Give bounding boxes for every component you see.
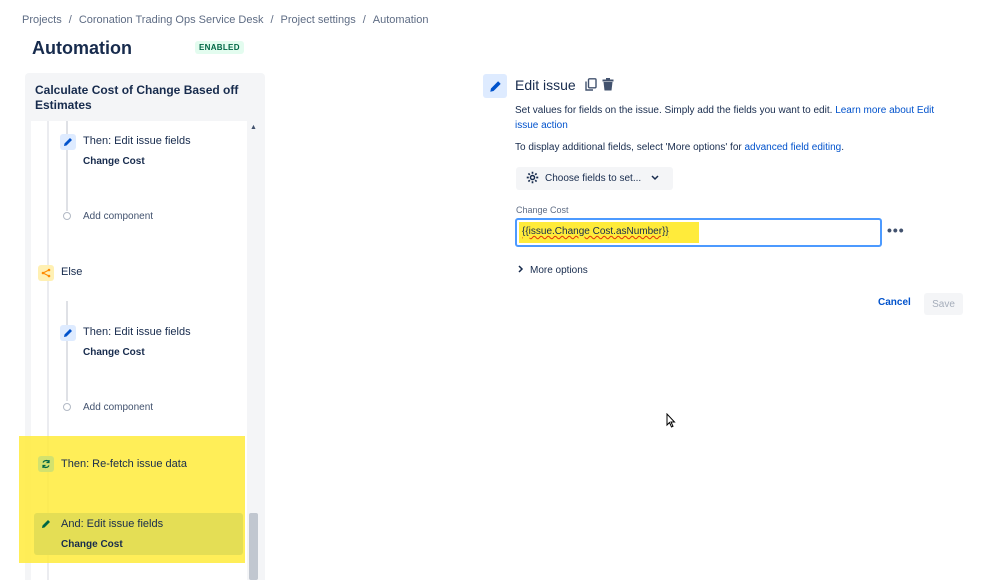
chevron-right-icon	[518, 265, 524, 276]
component-label[interactable]: Then: Edit issue fields	[83, 135, 191, 147]
status-badge: ENABLED	[195, 41, 244, 54]
edit-title: Edit issue	[515, 77, 576, 93]
change-cost-field[interactable]: {{issue.Change Cost.asNumber}}	[515, 218, 882, 247]
breadcrumb: Projects / Coronation Trading Ops Servic…	[22, 14, 428, 26]
rule-title: Calculate Cost of Change Based off Estim…	[35, 83, 239, 112]
choose-fields-button[interactable]: Choose fields to set...	[516, 167, 673, 190]
component-label[interactable]: Else	[61, 266, 82, 278]
add-component-link[interactable]: Add component	[83, 402, 153, 413]
scroll-thumb[interactable]	[249, 513, 258, 580]
more-options-toggle[interactable]: More options	[518, 265, 588, 276]
breadcrumb-separator: /	[362, 14, 366, 26]
chevron-down-icon	[651, 173, 659, 184]
edit-description: Set values for fields on the issue. Simp…	[515, 103, 955, 133]
add-component-dot	[63, 403, 71, 411]
hint-text: To display additional fields, select 'Mo…	[515, 142, 745, 153]
more-options-label: More options	[530, 265, 588, 276]
pencil-icon	[60, 325, 76, 341]
gear-icon	[526, 171, 539, 187]
pencil-icon	[38, 516, 54, 532]
more-options-hint: To display additional fields, select 'Mo…	[515, 142, 955, 153]
component-sub: Change Cost	[83, 347, 145, 358]
pencil-icon	[60, 134, 76, 150]
scrollbar[interactable]: ▲	[247, 121, 260, 580]
breadcrumb-projects[interactable]: Projects	[22, 14, 62, 26]
copy-icon[interactable]	[585, 78, 597, 96]
breadcrumb-separator: /	[68, 14, 72, 26]
choose-fields-label: Choose fields to set...	[545, 173, 642, 184]
connector-line	[66, 301, 68, 401]
cancel-button[interactable]: Cancel	[878, 297, 911, 308]
trash-icon[interactable]	[602, 78, 614, 96]
mouse-cursor-icon	[666, 412, 676, 433]
branch-icon	[38, 265, 54, 281]
add-component-link[interactable]: Add component	[83, 211, 153, 222]
save-button[interactable]: Save	[924, 293, 963, 315]
breadcrumb-project[interactable]: Coronation Trading Ops Service Desk	[79, 14, 264, 26]
advanced-field-editing-link[interactable]: advanced field editing	[745, 142, 842, 153]
field-value: {{issue.Change Cost.asNumber}}	[522, 226, 669, 237]
component-sub: Change Cost	[61, 539, 123, 550]
component-sub: Change Cost	[83, 156, 145, 167]
page-title: Automation	[32, 38, 132, 58]
hint-end: .	[841, 142, 845, 153]
breadcrumb-separator: /	[270, 14, 274, 26]
field-label: Change Cost	[516, 205, 569, 215]
scroll-up-icon[interactable]: ▲	[250, 124, 257, 131]
pencil-icon	[483, 74, 507, 98]
refresh-icon	[38, 456, 54, 472]
component-label[interactable]: Then: Re-fetch issue data	[61, 458, 187, 470]
component-label[interactable]: Then: Edit issue fields	[83, 326, 191, 338]
component-label[interactable]: And: Edit issue fields	[61, 518, 163, 530]
add-component-dot	[63, 212, 71, 220]
breadcrumb-automation[interactable]: Automation	[373, 14, 429, 26]
description-text: Set values for fields on the issue. Simp…	[515, 105, 836, 116]
breadcrumb-project-settings[interactable]: Project settings	[281, 14, 356, 26]
field-more-icon[interactable]: •••	[887, 222, 905, 238]
